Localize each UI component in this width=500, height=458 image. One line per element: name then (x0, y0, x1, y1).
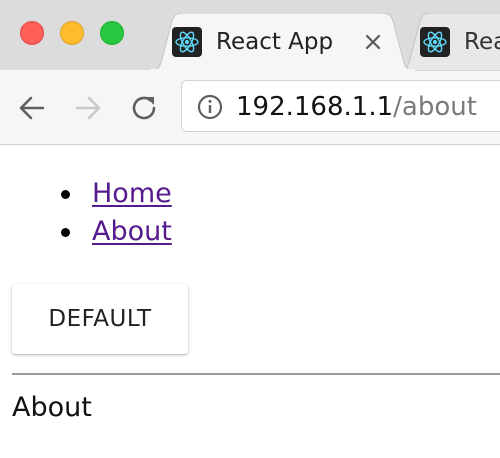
tab-title: Rea (464, 29, 500, 55)
page-content: Home About DEFAULT About (0, 145, 500, 458)
url-host: 192.168.1.1 (236, 92, 394, 122)
bullet-icon (61, 190, 70, 199)
address-bar[interactable]: 192.168.1.1/about (181, 80, 500, 132)
react-logo-icon (172, 27, 202, 57)
nav-list-item: About (52, 213, 172, 251)
window-maximize-button[interactable] (100, 21, 124, 45)
tab-strip: React App Rea (0, 0, 500, 71)
close-tab-icon[interactable] (360, 29, 386, 55)
url-path: /about (393, 92, 477, 122)
back-arrow-icon[interactable] (16, 92, 48, 124)
reload-icon[interactable] (128, 92, 160, 124)
browser-window: React App Rea (0, 0, 500, 458)
divider (12, 373, 500, 375)
default-button[interactable]: DEFAULT (12, 284, 188, 354)
tab-react-app-active[interactable]: React App (150, 13, 415, 71)
window-close-button[interactable] (20, 21, 44, 45)
nav-link-home[interactable]: Home (92, 178, 172, 209)
react-logo-icon (420, 27, 450, 57)
info-icon[interactable] (196, 93, 224, 121)
tab-title: React App (216, 29, 334, 55)
window-minimize-button[interactable] (60, 21, 84, 45)
bullet-icon (61, 228, 70, 237)
forward-arrow-icon[interactable] (72, 92, 104, 124)
nav-list: Home About (52, 175, 172, 251)
nav-list-item: Home (52, 175, 172, 213)
page-heading: About (12, 392, 92, 423)
nav-link-about[interactable]: About (92, 216, 172, 247)
url-text: 192.168.1.1/about (236, 91, 477, 123)
browser-toolbar: 192.168.1.1/about (0, 70, 500, 145)
